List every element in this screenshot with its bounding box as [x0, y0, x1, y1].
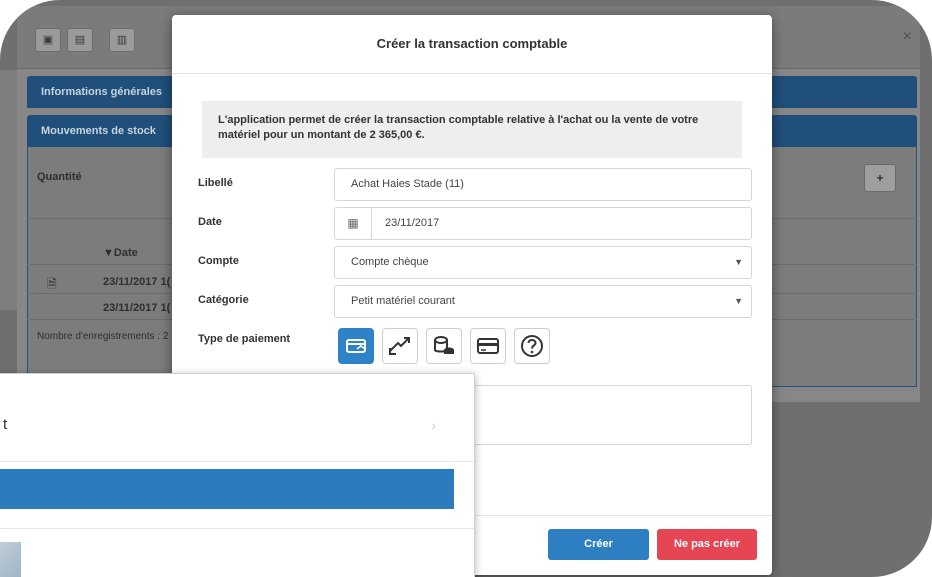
create-button[interactable]: Créer	[548, 529, 649, 560]
categorie-value: Petit matériel courant	[351, 295, 455, 307]
chevron-down-icon: ▼	[734, 257, 743, 267]
quantity-label: Quantité	[37, 171, 82, 183]
date-input[interactable]: ▦ 23/11/2017	[334, 207, 752, 240]
chevron-down-icon: ▼	[734, 296, 743, 306]
thumbnail-image[interactable]	[0, 542, 21, 577]
libelle-input[interactable]: Achat Haies Stade (11)	[334, 168, 752, 201]
secondary-dialog: t ›	[0, 373, 475, 577]
dialog-title: t	[3, 416, 8, 433]
libelle-label: Libellé	[198, 177, 233, 189]
categorie-select[interactable]: Petit matériel courant ▼	[334, 285, 752, 318]
compte-select[interactable]: Compte chèque ▼	[334, 246, 752, 279]
compte-label: Compte	[198, 255, 239, 267]
paiement-label: Type de paiement	[198, 333, 291, 345]
categorie-label: Catégorie	[198, 294, 249, 306]
card-swipe-icon[interactable]	[338, 328, 374, 364]
compte-value: Compte chèque	[351, 256, 429, 268]
chevron-right-icon[interactable]: ›	[431, 417, 436, 433]
close-icon[interactable]: ×	[903, 28, 912, 46]
question-icon[interactable]	[514, 328, 550, 364]
calendar-icon[interactable]: ▦	[335, 208, 372, 239]
info-box: L'application permet de créer la transac…	[202, 101, 742, 158]
add-button[interactable]: +	[864, 164, 896, 192]
modal-title: Créer la transaction comptable	[172, 15, 772, 74]
trash-icon[interactable]: ▥	[109, 28, 135, 52]
transfer-icon[interactable]	[382, 328, 418, 364]
date-value: 23/11/2017	[385, 217, 440, 229]
credit-card-icon[interactable]	[470, 328, 506, 364]
date-label: Date	[198, 216, 222, 228]
divider	[0, 528, 474, 529]
dialog-header-bar[interactable]	[0, 469, 454, 509]
table-row[interactable]: 23/11/2017 1(	[103, 276, 170, 288]
coins-icon[interactable]	[426, 328, 462, 364]
records-count: Nombre d'enregistrements : 2	[37, 331, 169, 342]
backdrop: ▣ ▤ ▥ × Informations générales Mouvement…	[0, 0, 932, 577]
save-icon[interactable]: ▤	[67, 28, 93, 52]
table-row[interactable]: 23/11/2017 1(	[103, 302, 170, 314]
no-create-button[interactable]: Ne pas créer	[657, 529, 757, 560]
side-strip	[0, 70, 17, 310]
image-icon[interactable]: ▣	[35, 28, 61, 52]
column-header-date[interactable]: ▼Date	[103, 247, 138, 259]
divider	[0, 461, 474, 462]
